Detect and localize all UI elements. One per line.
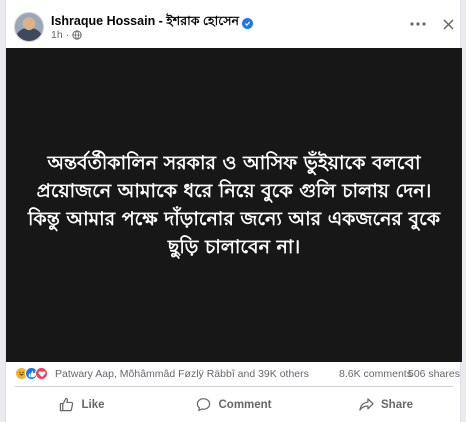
action-bar: Like Comment Share: [6, 387, 462, 422]
post-time[interactable]: 1h: [51, 29, 63, 41]
more-options-icon[interactable]: [406, 12, 430, 36]
share-button[interactable]: Share: [310, 387, 462, 422]
thumbs-up-icon: [60, 397, 74, 412]
meta-separator: ·: [65, 29, 70, 41]
comment-icon: [197, 398, 211, 412]
reaction-names[interactable]: Patwary Aap, Mõhâmmâd Føzlÿ Räbbî and 39…: [55, 368, 309, 380]
post-stats: Patwary Aap, Mõhâmmâd Føzlÿ Räbbî and 39…: [6, 362, 462, 386]
comments-count[interactable]: 8.6K comments: [339, 368, 412, 380]
shares-count[interactable]: 506 shares: [408, 368, 460, 380]
reaction-icons[interactable]: [15, 367, 48, 380]
author-avatar[interactable]: [14, 12, 44, 42]
post-image[interactable]: অন্তর্বর্তীকালিন সরকার ও আসিফ ভুঁইয়াকে …: [6, 48, 462, 362]
share-icon: [359, 398, 374, 411]
comment-button[interactable]: Comment: [158, 387, 310, 422]
close-icon[interactable]: [436, 12, 460, 36]
comment-label: Comment: [218, 398, 272, 411]
love-icon: [35, 367, 48, 380]
post-card: Ishraque Hossain - ইশরাক হোসেন 1h · অন্ত…: [5, 0, 462, 422]
like-button[interactable]: Like: [6, 387, 158, 422]
like-label: Like: [81, 398, 105, 411]
verified-badge-icon: [241, 17, 253, 29]
globe-icon[interactable]: [72, 30, 82, 40]
post-meta: 1h ·: [51, 29, 82, 41]
post-header: Ishraque Hossain - ইশরাক হোসেন 1h ·: [6, 0, 462, 48]
share-label: Share: [381, 398, 413, 411]
post-image-text: অন্তর্বর্তীকালিন সরকার ও আসিফ ভুঁইয়াকে …: [28, 152, 440, 258]
